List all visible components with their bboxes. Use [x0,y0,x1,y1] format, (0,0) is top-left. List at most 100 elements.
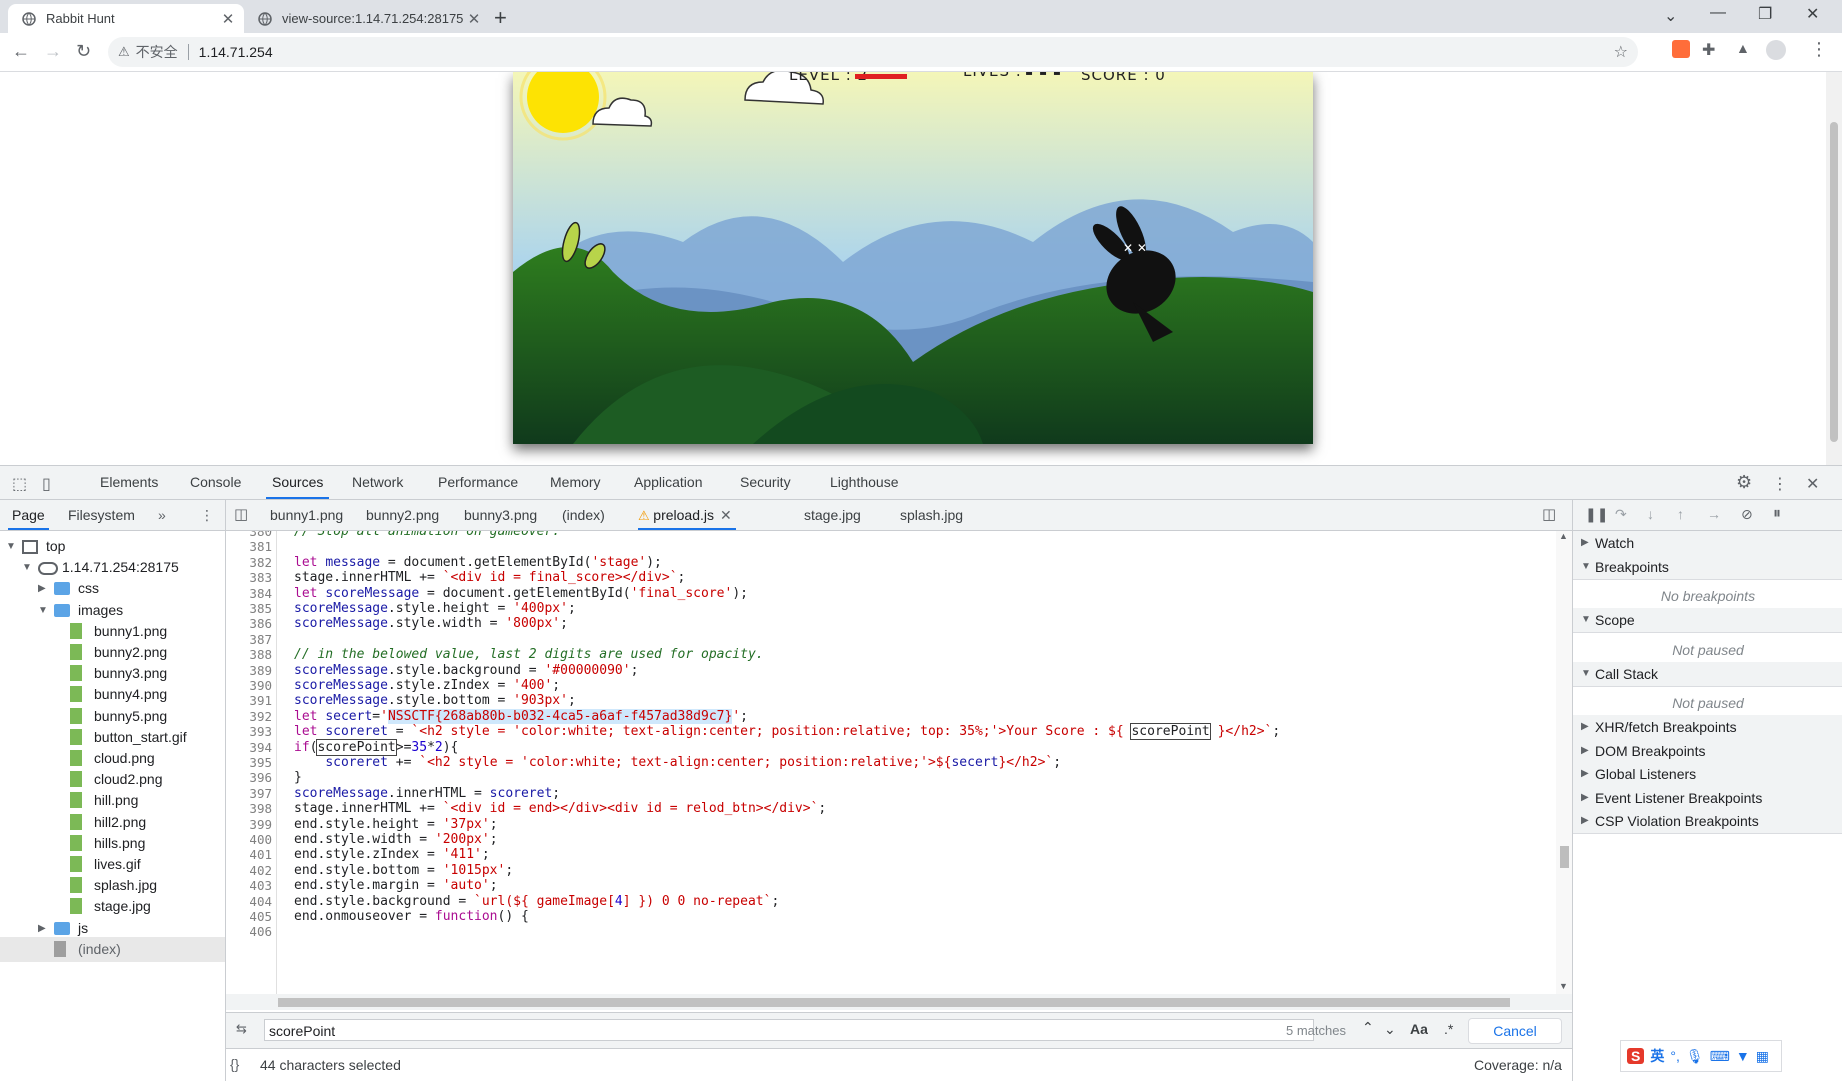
apps-grid-icon[interactable]: ▦ [1756,1048,1769,1065]
page-scrollbar-thumb[interactable] [1830,122,1838,442]
step-over-icon[interactable]: ↷ [1615,506,1627,523]
code-line[interactable]: // Stop all animation on gameover. [294,531,560,541]
ime-toolbar[interactable]: S 英 °, 🎙 ⌨ ▼ ▦ [1620,1040,1782,1072]
code-vertical-scrollbar[interactable]: ▲ ▼ [1556,531,1572,994]
panel-tab-security[interactable]: Security [734,466,797,499]
regex-button[interactable]: .* [1444,1021,1453,1037]
keyboard-icon[interactable]: ⌨ [1710,1048,1730,1065]
navigator-tab-filesystem[interactable]: Filesystem [64,500,139,528]
editor-tab[interactable]: (index) [562,500,605,529]
sidebar-section-header[interactable]: ▼ Call Stack [1573,661,1842,687]
pause-on-exceptions-icon[interactable]: ⏸ [1773,505,1781,523]
tab-search-icon[interactable]: ⌄ [1664,6,1677,26]
search-previous-icon[interactable]: ⌃ [1362,1019,1374,1036]
sidebar-section-header[interactable]: ▶ Global Listeners [1573,762,1842,787]
expanded-arrow-icon[interactable]: ▼ [1581,608,1591,632]
collapsed-arrow-icon[interactable]: ▶ [1581,786,1589,810]
devtools-close-icon[interactable]: ✕ [1806,474,1819,494]
panel-tab-application[interactable]: Application [628,466,709,499]
skin-icon[interactable]: ▼ [1736,1048,1750,1064]
search-input[interactable]: scorePoint [264,1019,1314,1041]
step-into-icon[interactable]: ↓ [1647,506,1654,522]
url-text[interactable]: 1.14.71.254 [199,44,273,60]
toggle-debugger-icon[interactable]: ◫ [1542,505,1556,523]
navigator-menu-icon[interactable]: ⋮ [196,500,218,528]
microphone-icon[interactable]: 🎙 [1686,1048,1704,1065]
code-lines[interactable]: // Stop all animation on gameover. let me… [226,531,1556,994]
code-horizontal-scrollbar[interactable] [226,994,1572,1010]
collapsed-arrow-icon[interactable]: ▶ [1581,762,1589,786]
extension-icon[interactable] [1672,40,1690,58]
game-stage[interactable]: ✕ ✕ LEVEL : 2 LIVES : ▪ ▪ ▪ SCORE : 0 [513,72,1313,444]
panel-tab-sources[interactable]: Sources [266,466,330,499]
bookmark-star-icon[interactable]: ☆ [1614,42,1628,62]
editor-tab-active[interactable]: ⚠ preload.js ✕ [638,500,736,530]
scroll-down-icon[interactable]: ▼ [1559,981,1568,991]
window-close-icon[interactable]: ✕ [1806,4,1819,24]
scroll-up-icon[interactable]: ▲ [1559,531,1568,541]
code-line[interactable]: end.onmouseover = function() { [294,908,529,926]
deactivate-breakpoints-icon[interactable]: ⊘ [1741,506,1753,523]
editor-tab[interactable]: bunny1.png [270,500,343,529]
address-bar[interactable]: ⚠ 不安全 1.14.71.254 ☆ [108,37,1638,67]
panel-tab-console[interactable]: Console [184,466,247,499]
step-icon[interactable]: → [1707,506,1721,522]
code-view[interactable]: 380 381 382 383 384 385 386 387 388 389 390 391 392 3… [226,531,1556,994]
punctuation-icon[interactable]: °, [1670,1048,1680,1064]
toggle-navigator-icon[interactable]: ◫ [234,505,248,523]
collapsed-arrow-icon[interactable]: ▶ [1581,531,1589,555]
match-case-button[interactable]: Aa [1410,1021,1428,1037]
sidebar-section-header[interactable]: ▼ Breakpoints [1573,554,1842,580]
reload-icon[interactable]: ↻ [76,41,91,62]
panel-tab-lighthouse[interactable]: Lighthouse [824,466,905,499]
code-line[interactable]: scoreret += `<h2 style = 'color:white; t… [294,754,1061,772]
browser-tab-view-source[interactable]: view-source:1.14.71.254:28175 ✕ [244,4,490,33]
pause-icon[interactable]: ❚❚ [1585,506,1608,523]
new-tab-icon[interactable]: + [494,5,507,31]
sidebar-section-header[interactable]: ▼ Scope [1573,608,1842,633]
forward-icon[interactable]: → [44,41,62,62]
flask-icon[interactable]: ▲ [1736,40,1750,56]
sidebar-section-header[interactable]: ▶ Event Listener Breakpoints [1573,785,1842,811]
editor-tab[interactable]: bunny2.png [366,500,439,529]
inspect-element-icon[interactable]: ⬚ [12,474,27,494]
panel-tab-elements[interactable]: Elements [94,466,164,499]
sidebar-section-header[interactable]: ▶ CSP Violation Breakpoints [1573,809,1842,834]
profile-avatar[interactable] [1766,40,1786,60]
ime-language-label[interactable]: 英 [1650,1046,1664,1066]
security-label[interactable]: 不安全 [136,42,178,62]
devtools-menu-icon[interactable]: ⋮ [1772,474,1788,494]
editor-tab[interactable]: stage.jpg [804,500,861,529]
editor-tab[interactable]: bunny3.png [464,500,537,529]
more-tabs-chevron-icon[interactable]: » [154,500,170,528]
expanded-arrow-icon[interactable]: ▼ [1581,555,1591,579]
panel-tab-memory[interactable]: Memory [544,466,607,499]
collapsed-arrow-icon[interactable]: ▶ [1581,739,1589,763]
cancel-search-button[interactable]: Cancel [1468,1018,1562,1044]
tree-item[interactable]: (index) [0,936,225,962]
navigator-tab-page[interactable]: Page [8,500,49,530]
close-tab-icon[interactable]: ✕ [218,10,238,28]
browser-menu-icon[interactable]: ⋮ [1810,39,1828,60]
replace-toggle-icon[interactable]: ⇆ [236,1021,247,1037]
back-icon[interactable]: ← [12,41,30,62]
extensions-puzzle-icon[interactable]: ✚ [1702,40,1715,60]
sidebar-section-header[interactable]: ▶ XHR/fetch Breakpoints [1573,715,1842,740]
pretty-print-icon[interactable]: {} [230,1056,239,1072]
close-tab-icon[interactable]: ✕ [720,507,732,523]
code-hscrollbar-thumb[interactable] [278,998,1510,1007]
settings-gear-icon[interactable]: ⚙ [1736,472,1752,493]
panel-tab-performance[interactable]: Performance [432,466,524,499]
search-next-icon[interactable]: ⌄ [1384,1021,1396,1038]
sidebar-section-header[interactable]: ▶ DOM Breakpoints [1573,738,1842,764]
device-toolbar-icon[interactable]: ▯ [42,474,51,494]
page-scrollbar[interactable] [1826,72,1842,465]
collapsed-arrow-icon[interactable]: ▶ [1581,715,1589,739]
expanded-arrow-icon[interactable]: ▼ [1581,662,1591,686]
collapsed-arrow-icon[interactable]: ▶ [1581,809,1589,833]
sidebar-section-header[interactable]: ▶ Watch [1573,531,1842,556]
close-tab-icon[interactable]: ✕ [464,10,484,28]
editor-tab[interactable]: splash.jpg [900,500,963,529]
browser-tab-rabbit-hunt[interactable]: Rabbit Hunt ✕ [8,4,244,33]
minimize-icon[interactable]: — [1710,4,1726,22]
